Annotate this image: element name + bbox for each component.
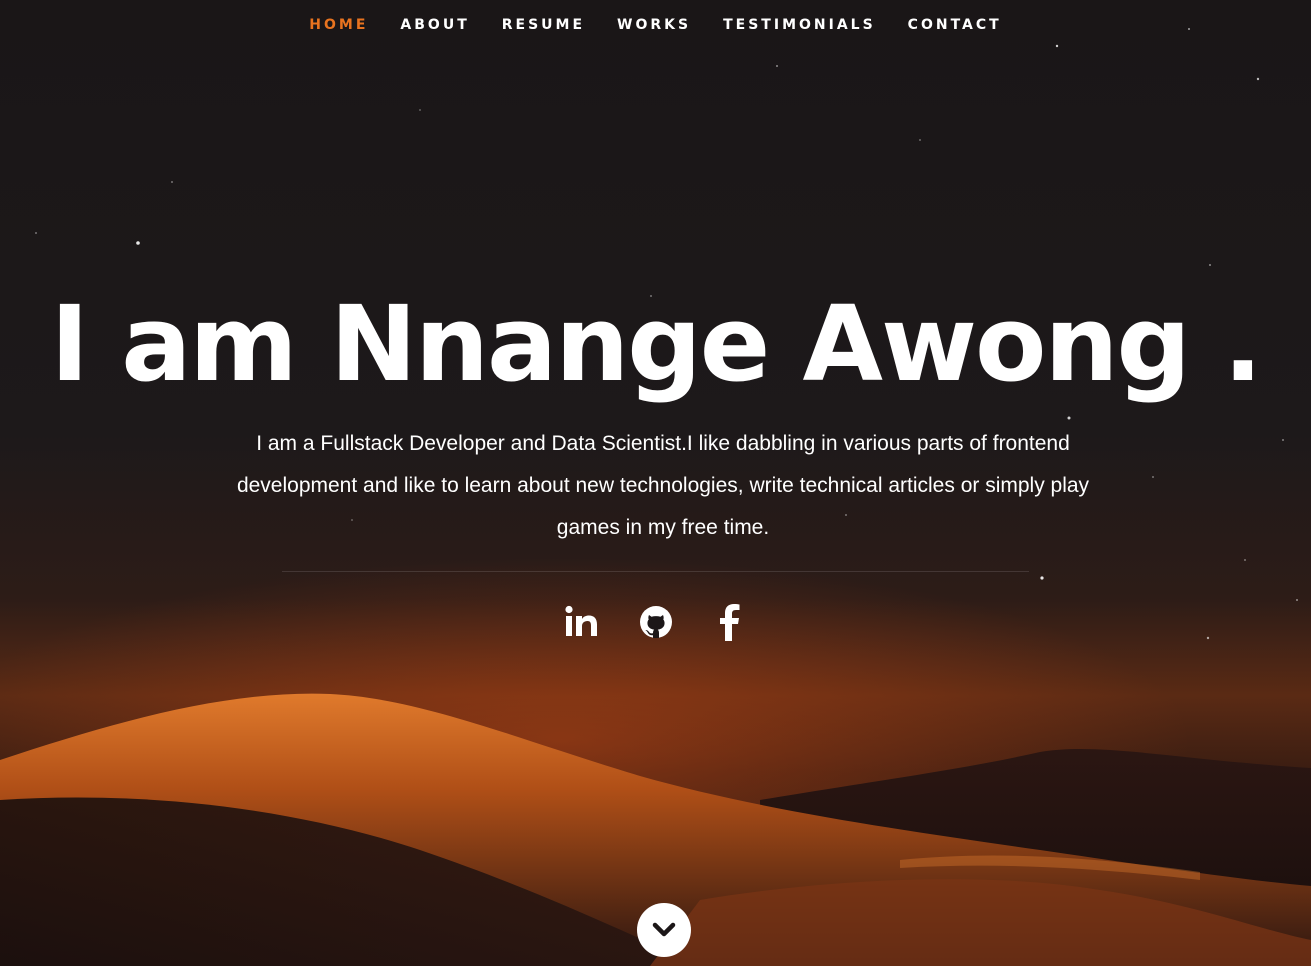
nav-about[interactable]: ABOUT xyxy=(400,17,469,33)
nav-testimonials[interactable]: TESTIMONIALS xyxy=(723,17,876,33)
linkedin-icon xyxy=(564,605,597,636)
github-icon xyxy=(639,606,672,638)
hero-headline: I am Nnange Awong . xyxy=(50,283,1262,405)
main-nav: HOME ABOUT RESUME WORKS TESTIMONIALS CON… xyxy=(0,17,1311,33)
facebook-link[interactable] xyxy=(710,600,750,644)
chevron-down-icon xyxy=(652,922,676,937)
hero-bio: I am a Fullstack Developer and Data Scie… xyxy=(236,432,1090,539)
hero-section: HOME ABOUT RESUME WORKS TESTIMONIALS CON… xyxy=(0,0,1311,966)
divider xyxy=(282,571,1029,572)
facebook-icon xyxy=(719,604,739,641)
github-link[interactable] xyxy=(636,600,676,644)
scroll-down-button[interactable] xyxy=(637,903,691,957)
social-links xyxy=(0,600,1311,644)
nav-resume[interactable]: RESUME xyxy=(502,17,585,33)
nav-contact[interactable]: CONTACT xyxy=(908,17,1002,33)
nav-home[interactable]: HOME xyxy=(309,17,368,33)
linkedin-link[interactable] xyxy=(562,600,602,644)
nav-works[interactable]: WORKS xyxy=(617,17,691,33)
